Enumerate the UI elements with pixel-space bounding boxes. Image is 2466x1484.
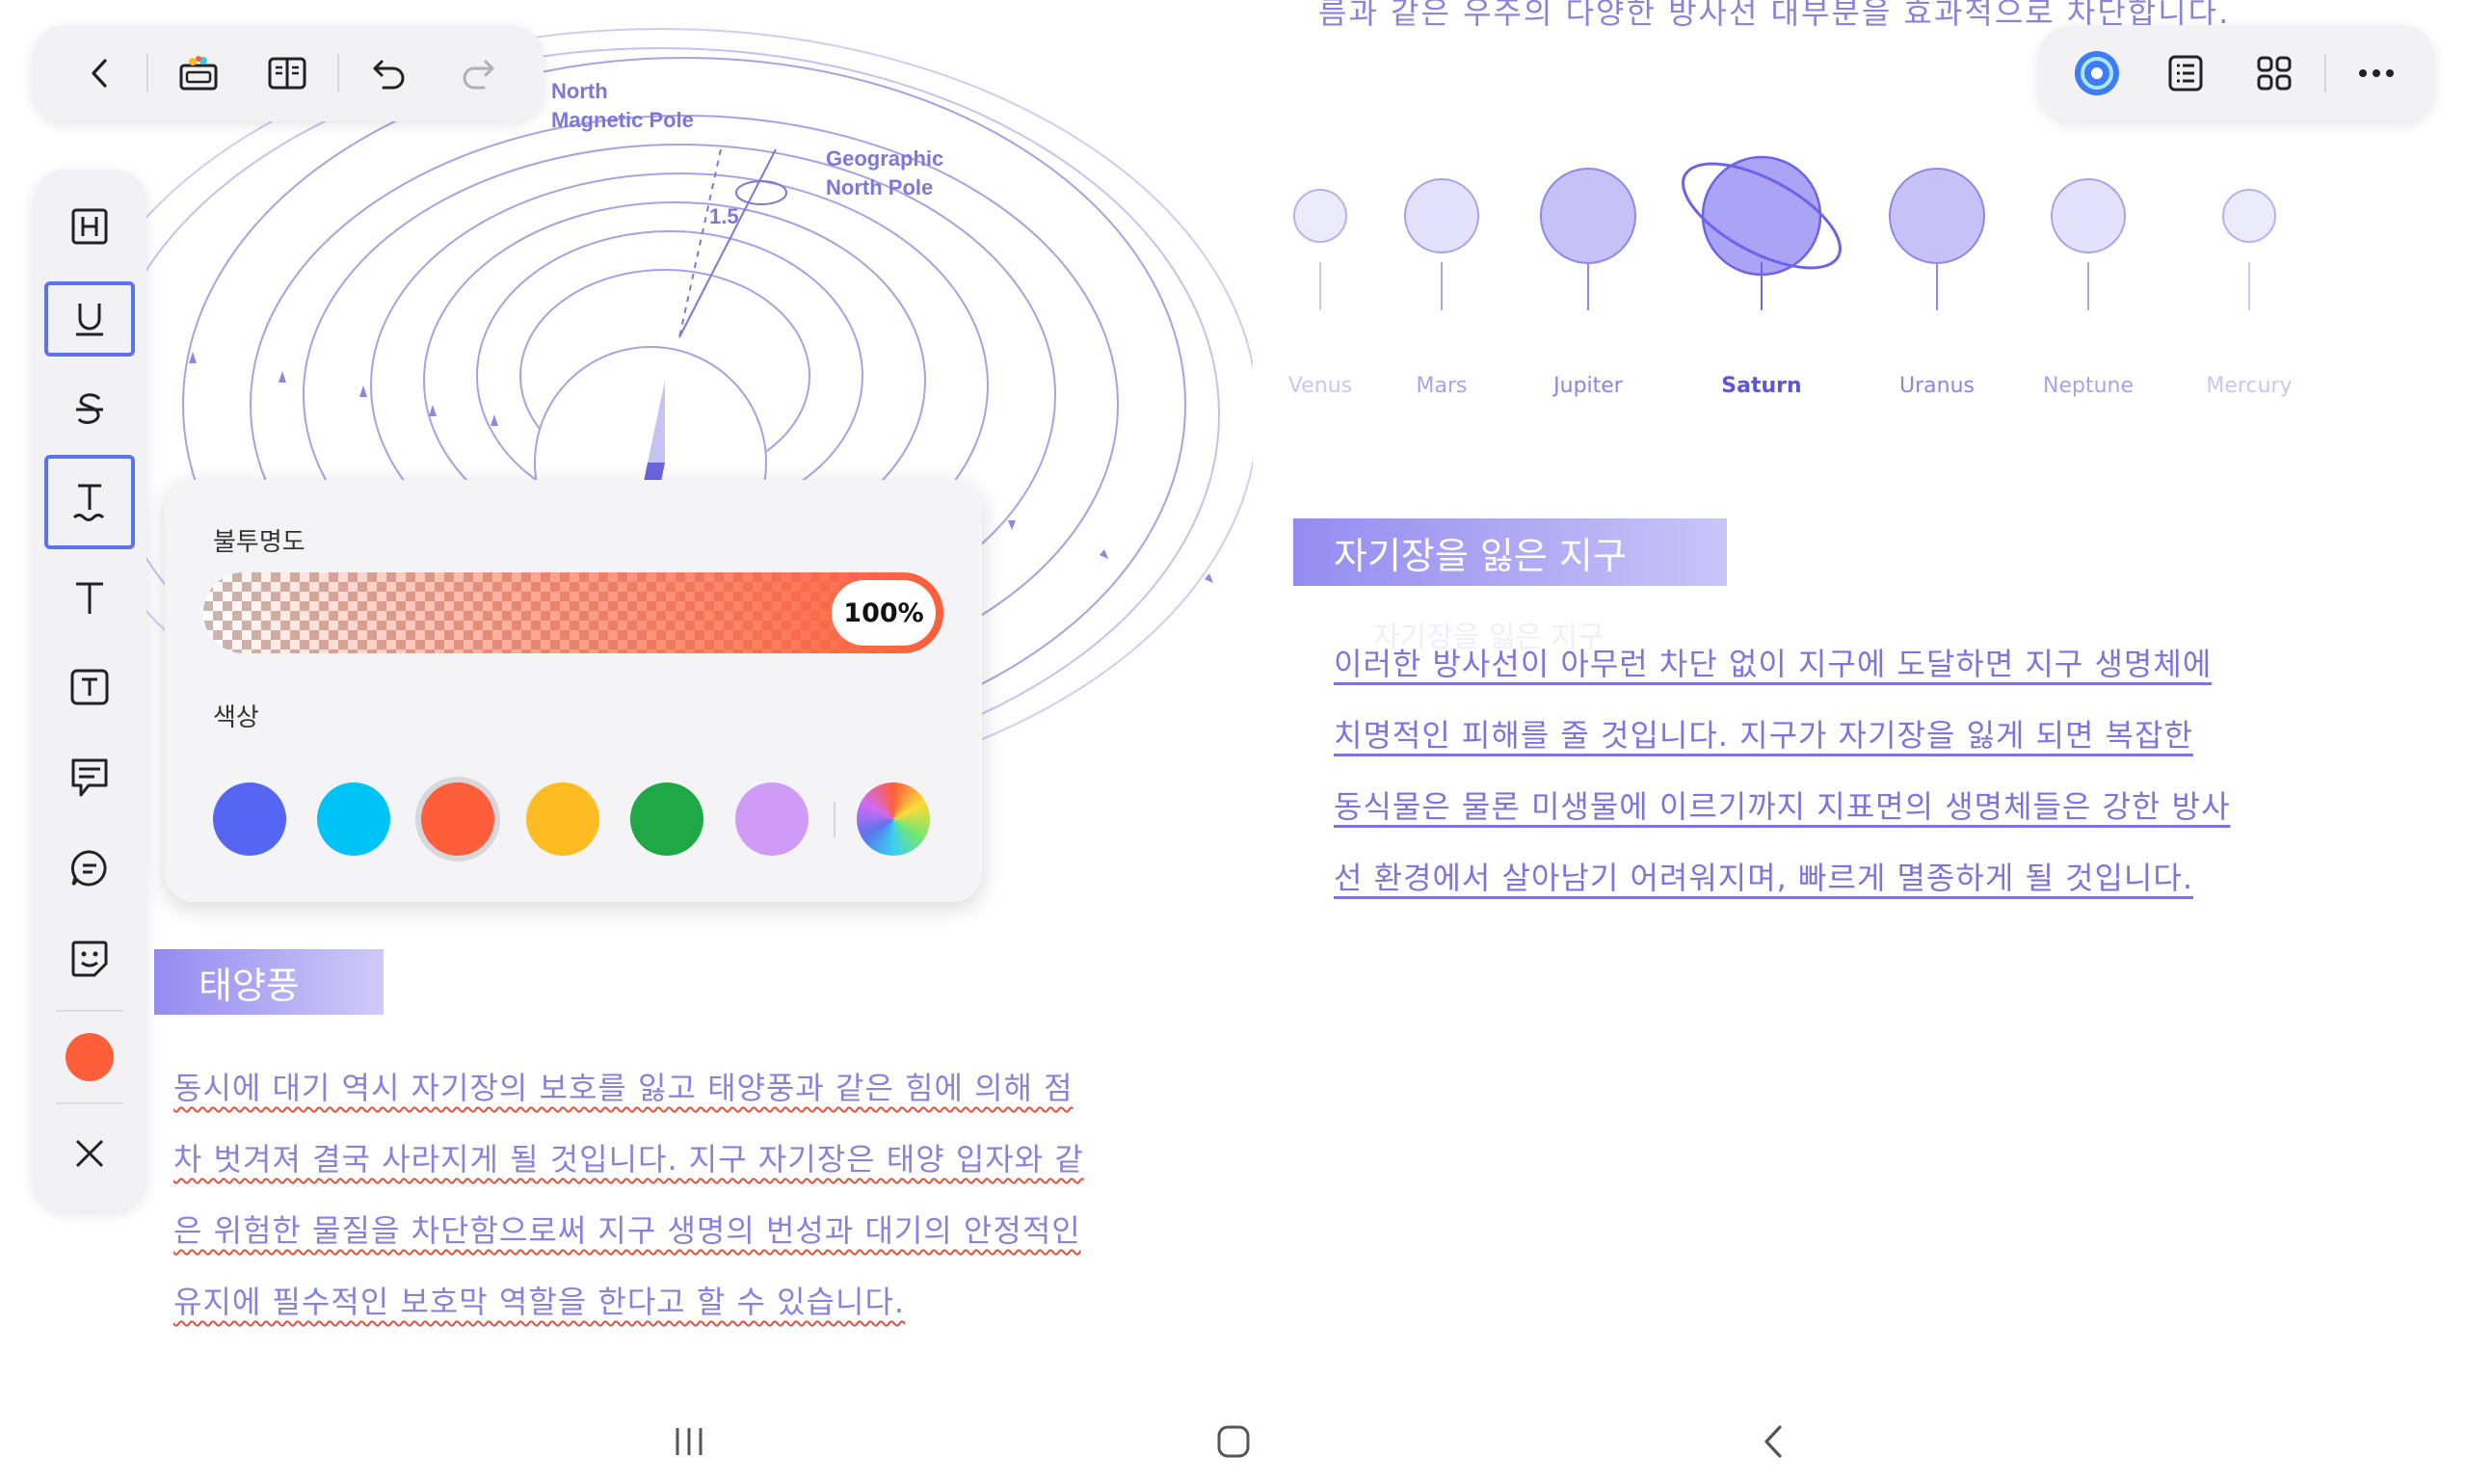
planet-label-jupiter: Jupiter <box>1553 374 1623 398</box>
more-icon[interactable] <box>2332 29 2421 118</box>
planet-mars <box>1404 178 1479 253</box>
current-color-dot <box>66 1033 114 1081</box>
planet-label-mars: Mars <box>1416 374 1468 398</box>
paragraph-line: 은 위험한 물질을 차단함으로써 지구 생명의 번성과 대기의 안정적인 <box>173 1212 1081 1249</box>
color-swatch-blue[interactable] <box>213 782 286 856</box>
back-nav-icon[interactable] <box>1749 1420 1797 1463</box>
paragraph-solar-wind: 동시에 대기 역시 자기장의 보호를 잃고 태양풍과 같은 힘에 의해 점 차 … <box>173 1052 1311 1338</box>
comment-tool-icon[interactable] <box>44 740 135 815</box>
right-toolbar <box>2039 25 2434 121</box>
planet-uranus <box>1889 168 1985 264</box>
redo-icon[interactable] <box>434 29 522 118</box>
text-box-tool-icon[interactable] <box>44 649 135 725</box>
outline-icon[interactable] <box>2141 29 2230 118</box>
paragraph-line: 선 환경에서 살아남기 어려워지며, 빠르게 멸종하게 될 것입니다. <box>1334 860 2193 896</box>
section-heading-text: 자기장을 잃은 지구 <box>1334 534 1627 577</box>
toolbar-divider <box>56 1102 123 1104</box>
left-toolbar <box>33 170 146 1210</box>
planet-neptune <box>2051 178 2126 253</box>
planet-label-mercury: Mercury <box>2206 374 2293 398</box>
color-label: 색상 <box>213 703 259 732</box>
planet-label-neptune: Neptune <box>2042 374 2134 398</box>
color-opacity-popup: 불투명도 100% 색상 <box>165 480 982 902</box>
paragraph-line: 동시에 대기 역시 자기장의 보호를 잃고 태양풍과 같은 힘에 의해 점 <box>173 1070 1074 1106</box>
paragraph-line: 차 벗겨져 결국 사라지게 될 것입니다. 지구 자기장은 태양 입자와 같 <box>173 1141 1084 1178</box>
current-color-swatch[interactable] <box>44 1020 135 1095</box>
toolbar-divider <box>2324 54 2326 93</box>
toolbar-divider <box>56 1010 123 1012</box>
color-swatch-yellow[interactable] <box>526 782 599 856</box>
heading-tool-icon[interactable] <box>44 189 135 264</box>
color-swatch-cyan[interactable] <box>317 782 390 856</box>
north-magnetic-pole-label-1: North <box>551 79 608 103</box>
planet-mercury <box>2222 189 2276 243</box>
sticker-tool-icon[interactable] <box>44 921 135 996</box>
custom-color-picker-icon[interactable] <box>857 782 930 856</box>
ai-assistant-icon[interactable] <box>2053 29 2141 118</box>
geographic-north-pole-label-2: North Pole <box>826 175 933 199</box>
section-heading-text: 태양풍 <box>199 964 300 1007</box>
paragraph-line: 동식물은 물론 미생물에 이르기까지 지표면의 생명체들은 강한 방사 <box>1334 788 2231 825</box>
swatch-divider <box>834 802 835 838</box>
planet-diagram <box>1293 155 2276 310</box>
text-effect-tool-icon[interactable] <box>44 455 135 549</box>
section-heading-solar-wind: 태양풍 <box>154 949 384 1015</box>
back-icon[interactable] <box>71 29 129 118</box>
reading-mode-icon[interactable] <box>243 29 331 118</box>
toolbar-divider <box>337 54 339 93</box>
paragraph-radiation: 이러한 방사선이 아무런 차단 없이 지구에 도달하면 지구 생명체에 치명적인… <box>1334 628 2413 914</box>
paragraph-line: 치명적인 피해를 줄 것입니다. 지구가 자기장을 잃게 되면 복잡한 <box>1334 717 2193 754</box>
close-icon[interactable] <box>44 1116 135 1191</box>
recents-icon[interactable] <box>665 1420 713 1463</box>
toolbar-divider <box>146 54 148 93</box>
strikethrough-tool-icon[interactable] <box>44 372 135 447</box>
section-heading-lost-magnetic-field: 자기장을 잃은 지구 <box>1293 518 1727 586</box>
color-swatch-purple[interactable] <box>735 782 809 856</box>
underline-tool-icon[interactable] <box>44 281 135 357</box>
paragraph-line: 이러한 방사선이 아무런 차단 없이 지구에 도달하면 지구 생명체에 <box>1334 646 2213 682</box>
planet-label-uranus: Uranus <box>1899 374 1975 398</box>
planet-label-saturn: Saturn <box>1721 374 1802 398</box>
system-nav-bar <box>0 1399 2466 1484</box>
sticker-gallery-icon[interactable] <box>154 29 243 118</box>
text-tool-icon[interactable] <box>44 561 135 636</box>
color-swatch-green[interactable] <box>630 782 703 856</box>
top-toolbar <box>33 25 544 121</box>
north-magnetic-pole-label-2: Magnetic Pole <box>551 108 694 132</box>
paragraph-line: 유지에 필수적인 보호막 역할을 한다고 할 수 있습니다. <box>173 1284 906 1320</box>
undo-icon[interactable] <box>345 29 434 118</box>
opacity-slider[interactable]: 100% <box>203 572 943 653</box>
chat-comment-tool-icon[interactable] <box>44 831 135 906</box>
opacity-label: 불투명도 <box>213 528 305 557</box>
planet-venus <box>1293 189 1347 243</box>
planet-label-venus: Venus <box>1287 374 1353 398</box>
home-icon[interactable] <box>1209 1420 1258 1463</box>
geographic-north-pole-label-1: Geographic <box>826 146 943 171</box>
color-swatch-orange[interactable] <box>421 782 494 856</box>
axis-angle-label: 1.5 <box>709 204 739 228</box>
opacity-value[interactable]: 100% <box>832 580 936 646</box>
planet-jupiter <box>1540 168 1636 264</box>
grid-view-icon[interactable] <box>2230 29 2319 118</box>
